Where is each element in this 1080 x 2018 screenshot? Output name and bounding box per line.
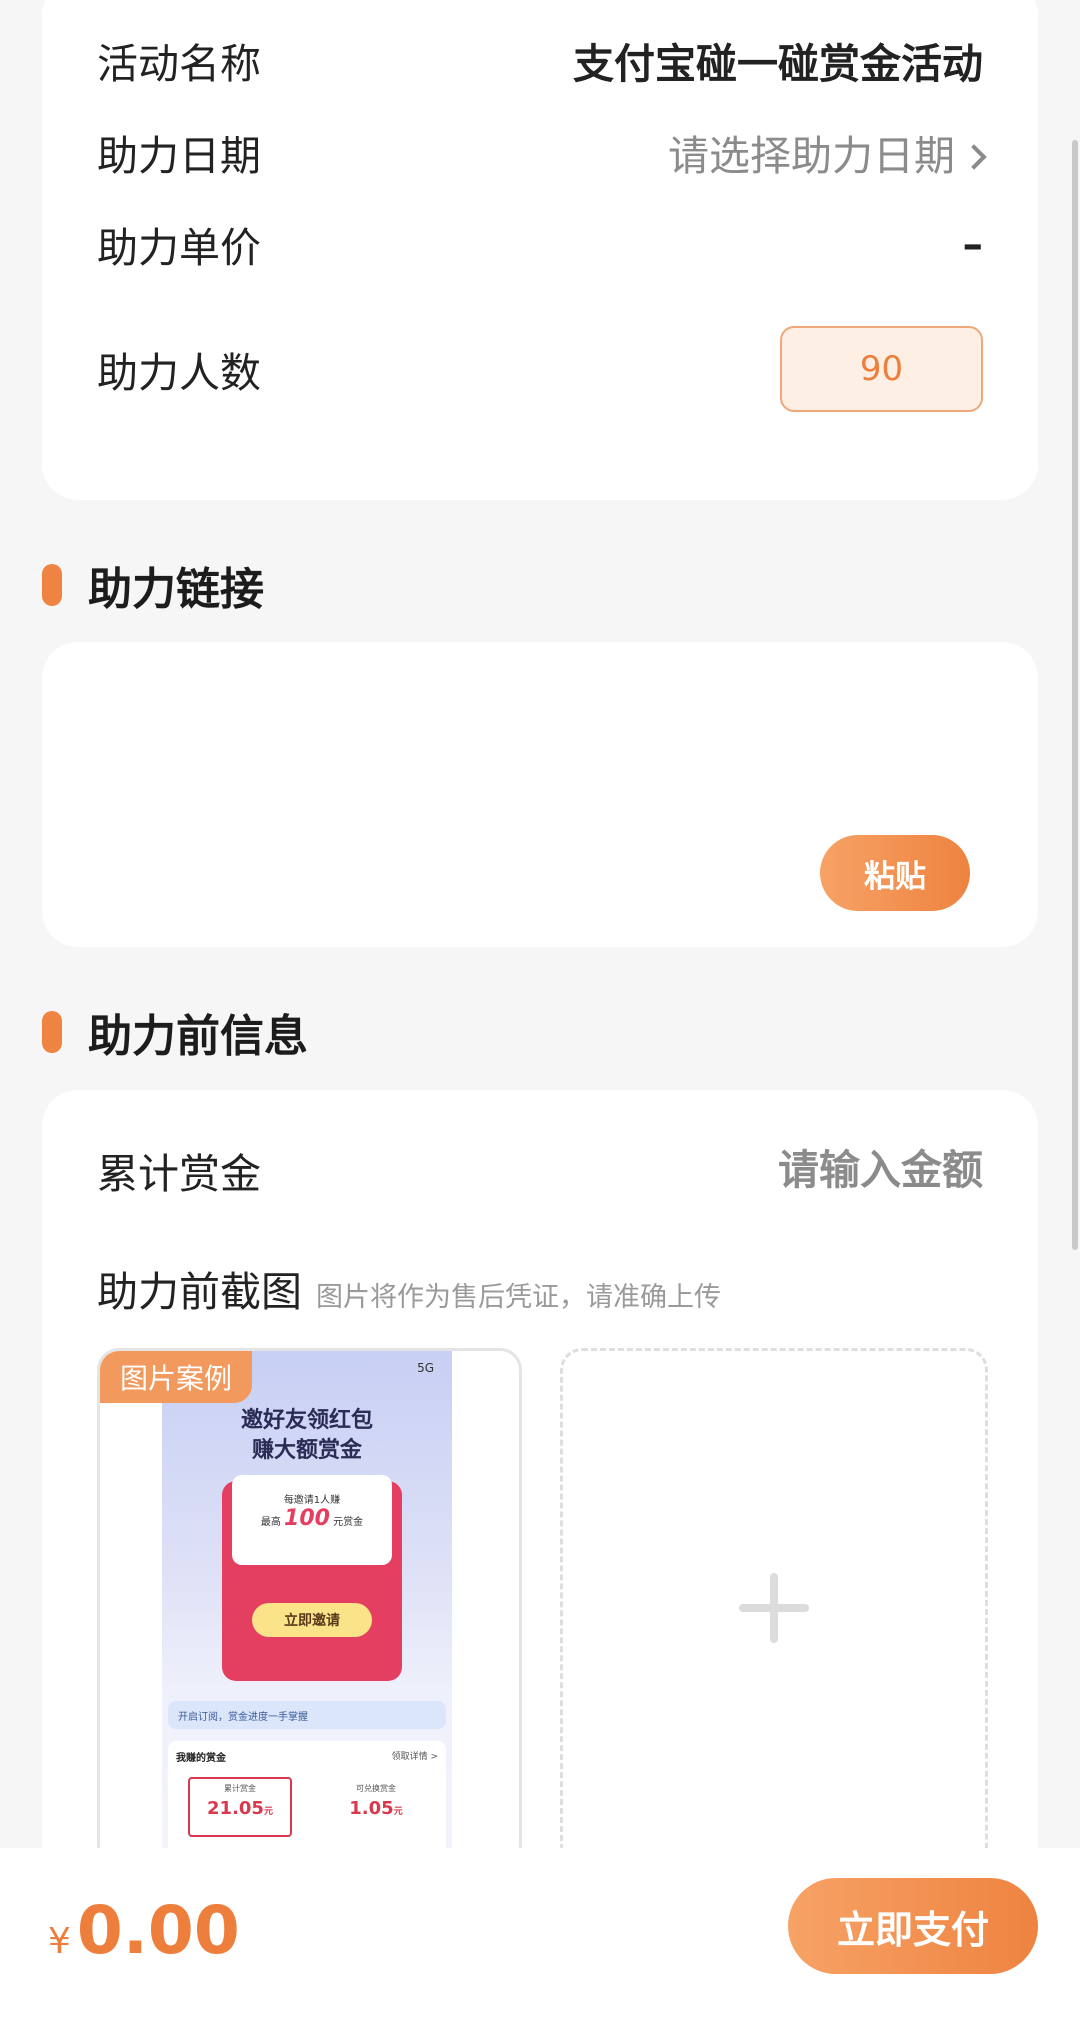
bounty-row: 累计赏金	[97, 1140, 983, 1200]
exchange-label: 可兑换赏金	[356, 1784, 396, 1793]
max-prefix: 最高	[260, 1517, 281, 1528]
bounty-label: 累计赏金	[97, 1150, 261, 1198]
invite-button: 立即邀请	[252, 1603, 372, 1637]
plus-icon	[739, 1573, 809, 1643]
total-price: ¥ 0.00	[48, 1892, 240, 1969]
activity-name-row: 活动名称 支付宝碰一碰赏金活动	[97, 30, 983, 90]
upload-image-button[interactable]	[560, 1348, 988, 1868]
before-section-header: 助力前信息	[42, 1000, 308, 1064]
subscribe-bar: 开启订阅，赏金进度一手掌握	[168, 1701, 446, 1729]
example-heading: 邀好友领红包 赚大额赏金	[162, 1406, 452, 1466]
envelope-paper: 每邀请1人赚 最高 100 元赏金	[232, 1475, 392, 1565]
helper-count-input[interactable]: 90	[780, 326, 983, 412]
bounty-amount-input[interactable]	[683, 1146, 983, 1194]
max-reward-text: 最高 100 元赏金	[232, 1506, 392, 1531]
activity-name-value: 支付宝碰一碰赏金活动	[573, 40, 983, 88]
unit-price-value: –	[962, 220, 984, 268]
total-label: 累计赏金	[224, 1784, 256, 1793]
currency-symbol: ¥	[48, 1921, 71, 1962]
section-marker	[42, 1011, 62, 1053]
link-input-card[interactable]: 粘贴	[42, 642, 1038, 947]
total-value: 21.05元	[190, 1798, 290, 1819]
price-amount: 0.00	[76, 1892, 240, 1969]
activity-info-card: 活动名称 支付宝碰一碰赏金活动 助力日期 请选择助力日期 助力单价 – 助力人数…	[42, 0, 1038, 500]
paste-button[interactable]: 粘贴	[820, 835, 970, 911]
screenshot-hint: 图片将作为售后凭证，请准确上传	[316, 1282, 721, 1313]
chevron-right-icon	[961, 144, 987, 170]
date-label: 助力日期	[97, 132, 261, 180]
activity-name-label: 活动名称	[97, 40, 261, 88]
link-section-header: 助力链接	[42, 553, 264, 617]
bottom-pay-bar: ¥ 0.00 立即支付	[0, 1848, 1080, 2018]
earnings-title: 我赚的赏金	[176, 1753, 226, 1764]
max-amount: 100	[284, 1506, 330, 1531]
example-heading-line2: 赚大额赏金	[251, 1438, 362, 1463]
helper-count-row: 助力人数 90	[97, 326, 983, 412]
screenshot-label: 助力前截图	[97, 1268, 302, 1316]
example-tag: 图片案例	[100, 1351, 253, 1403]
red-envelope: 每邀请1人赚 最高 100 元赏金 立即邀请	[222, 1475, 402, 1681]
date-picker-row[interactable]: 助力日期 请选择助力日期	[97, 122, 987, 182]
unit-price-row: 助力单价 –	[97, 214, 983, 274]
total-bounty-cell: 累计赏金 21.05元	[188, 1777, 292, 1837]
signal-status: 5G	[417, 1361, 434, 1375]
section-marker	[42, 564, 62, 606]
before-section-title: 助力前信息	[88, 1011, 308, 1062]
example-phone-screenshot: 5G 邀好友领红包 赚大额赏金 每邀请1人赚 最高 100 元赏金 立即邀请 开…	[162, 1351, 452, 1865]
helper-count-label: 助力人数	[97, 349, 261, 397]
unit-label: 元	[263, 1807, 273, 1817]
example-image[interactable]: 图片案例 5G 邀好友领红包 赚大额赏金 每邀请1人赚 最高 100 元赏金 立…	[97, 1348, 522, 1868]
exchange-value: 1.05元	[324, 1798, 428, 1819]
max-suffix: 元赏金	[333, 1517, 364, 1528]
exchange-bounty-cell: 可兑换赏金 1.05元	[324, 1777, 428, 1837]
date-placeholder: 请选择助力日期	[668, 132, 955, 180]
example-heading-line1: 邀好友领红包	[240, 1408, 373, 1433]
scrollbar[interactable]	[1072, 140, 1078, 1250]
date-picker[interactable]: 请选择助力日期	[668, 122, 987, 182]
exchange-number: 1.05	[349, 1798, 394, 1819]
unit-label: 元	[393, 1807, 403, 1817]
total-number: 21.05	[207, 1798, 264, 1819]
earnings-detail-link: 领取详情 >	[391, 1752, 438, 1762]
unit-price-label: 助力单价	[97, 224, 261, 272]
screenshot-title: 助力前截图 图片将作为售后凭证，请准确上传	[97, 1258, 721, 1318]
per-invite-text: 每邀请1人赚	[283, 1495, 341, 1506]
link-section-title: 助力链接	[88, 564, 264, 615]
page: 活动名称 支付宝碰一碰赏金活动 助力日期 请选择助力日期 助力单价 – 助力人数…	[0, 0, 1080, 2018]
pay-now-button[interactable]: 立即支付	[788, 1878, 1038, 1974]
